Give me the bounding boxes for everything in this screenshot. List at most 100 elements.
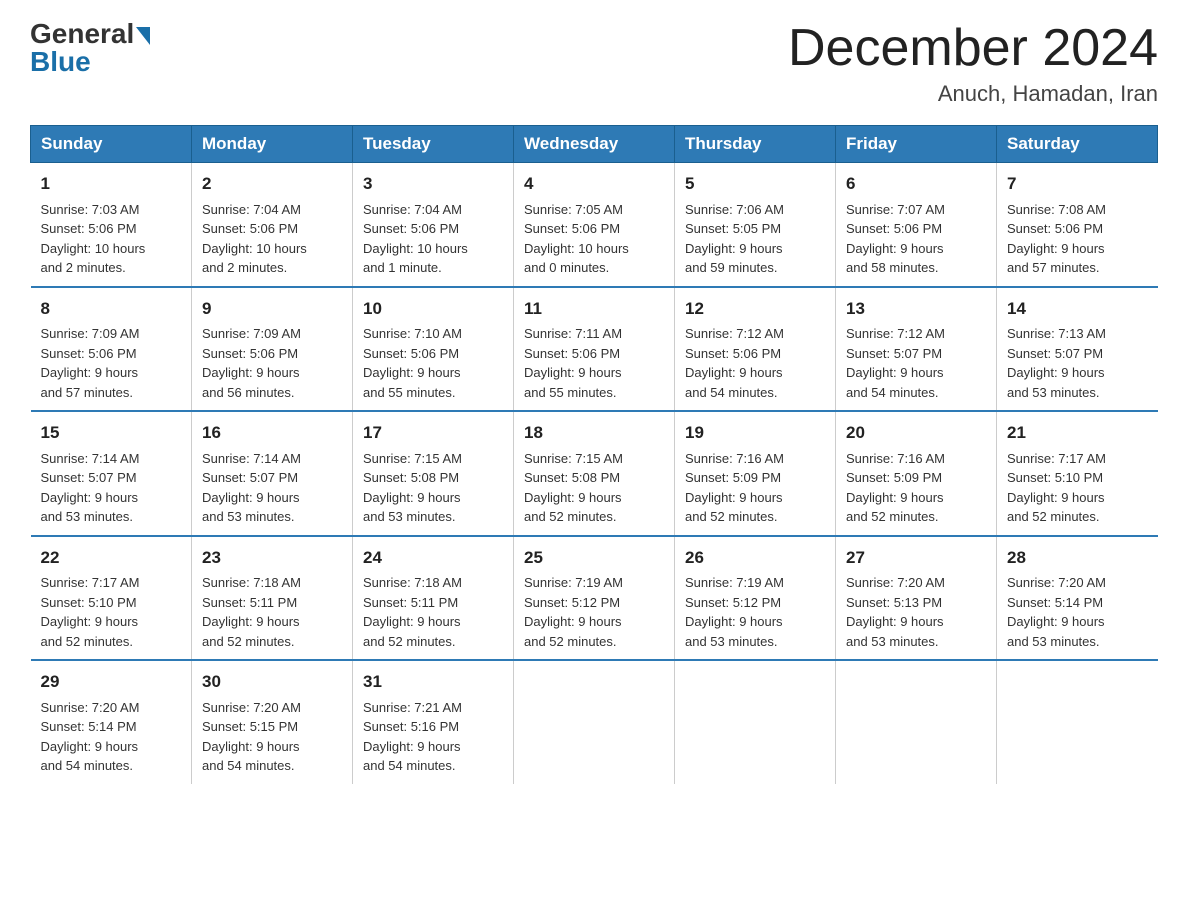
day-info: Sunrise: 7:07 AM Sunset: 5:06 PM Dayligh… — [846, 200, 986, 278]
day-number: 31 — [363, 669, 503, 695]
day-number: 6 — [846, 171, 986, 197]
month-title: December 2024 — [788, 20, 1158, 77]
day-number: 15 — [41, 420, 182, 446]
day-number: 21 — [1007, 420, 1148, 446]
title-block: December 2024 Anuch, Hamadan, Iran — [788, 20, 1158, 107]
table-row: 24Sunrise: 7:18 AM Sunset: 5:11 PM Dayli… — [353, 536, 514, 661]
logo: General Blue — [30, 20, 150, 78]
day-number: 22 — [41, 545, 182, 571]
day-info: Sunrise: 7:09 AM Sunset: 5:06 PM Dayligh… — [202, 324, 342, 402]
table-row: 5 Sunrise: 7:06 AM Sunset: 5:05 PM Daylig… — [675, 163, 836, 287]
table-row: 2Sunrise: 7:04 AM Sunset: 5:06 PM Daylig… — [192, 163, 353, 287]
day-number: 3 — [363, 171, 503, 197]
table-row: 9Sunrise: 7:09 AM Sunset: 5:06 PM Daylig… — [192, 287, 353, 412]
table-row: 27Sunrise: 7:20 AM Sunset: 5:13 PM Dayli… — [836, 536, 997, 661]
table-row: 6 Sunrise: 7:07 AM Sunset: 5:06 PM Daylig… — [836, 163, 997, 287]
day-number: 14 — [1007, 296, 1148, 322]
table-row: 3 Sunrise: 7:04 AM Sunset: 5:06 PM Daylig… — [353, 163, 514, 287]
day-number: 9 — [202, 296, 342, 322]
weekday-sunday: Sunday — [31, 126, 192, 163]
location-text: Anuch, Hamadan, Iran — [788, 81, 1158, 107]
day-info: Sunrise: 7:11 AM Sunset: 5:06 PM Dayligh… — [524, 324, 664, 402]
table-row — [514, 660, 675, 784]
table-row: 15 Sunrise: 7:14 AM Sunset: 5:07 PM Dayli… — [31, 411, 192, 536]
day-number: 4 — [524, 171, 664, 197]
day-info: Sunrise: 7:16 AM Sunset: 5:09 PM Dayligh… — [685, 449, 825, 527]
weekday-saturday: Saturday — [997, 126, 1158, 163]
table-row: 25Sunrise: 7:19 AM Sunset: 5:12 PM Dayli… — [514, 536, 675, 661]
table-row: 17Sunrise: 7:15 AM Sunset: 5:08 PM Dayli… — [353, 411, 514, 536]
day-number: 13 — [846, 296, 986, 322]
weekday-friday: Friday — [836, 126, 997, 163]
table-row: 28Sunrise: 7:20 AM Sunset: 5:14 PM Dayli… — [997, 536, 1158, 661]
table-row: 1 Sunrise: 7:03 AM Sunset: 5:06 PM Daylig… — [31, 163, 192, 287]
calendar-table: SundayMondayTuesdayWednesdayThursdayFrid… — [30, 125, 1158, 784]
day-info: Sunrise: 7:14 AM Sunset: 5:07 PM Dayligh… — [202, 449, 342, 527]
day-info: Sunrise: 7:08 AM Sunset: 5:06 PM Dayligh… — [1007, 200, 1148, 278]
day-number: 8 — [41, 296, 182, 322]
day-number: 10 — [363, 296, 503, 322]
day-info: Sunrise: 7:18 AM Sunset: 5:11 PM Dayligh… — [363, 573, 503, 651]
day-number: 28 — [1007, 545, 1148, 571]
day-number: 12 — [685, 296, 825, 322]
day-info: Sunrise: 7:12 AM Sunset: 5:06 PM Dayligh… — [685, 324, 825, 402]
day-number: 24 — [363, 545, 503, 571]
day-info: Sunrise: 7:19 AM Sunset: 5:12 PM Dayligh… — [524, 573, 664, 651]
week-row-2: 8 Sunrise: 7:09 AM Sunset: 5:06 PM Daylig… — [31, 287, 1158, 412]
week-row-3: 15 Sunrise: 7:14 AM Sunset: 5:07 PM Dayli… — [31, 411, 1158, 536]
day-number: 23 — [202, 545, 342, 571]
table-row: 11Sunrise: 7:11 AM Sunset: 5:06 PM Dayli… — [514, 287, 675, 412]
day-number: 5 — [685, 171, 825, 197]
table-row: 31 Sunrise: 7:21 AM Sunset: 5:16 PM Dayli… — [353, 660, 514, 784]
weekday-row: SundayMondayTuesdayWednesdayThursdayFrid… — [31, 126, 1158, 163]
weekday-tuesday: Tuesday — [353, 126, 514, 163]
logo-arrow-icon — [136, 27, 150, 45]
day-info: Sunrise: 7:13 AM Sunset: 5:07 PM Dayligh… — [1007, 324, 1148, 402]
table-row: 19Sunrise: 7:16 AM Sunset: 5:09 PM Dayli… — [675, 411, 836, 536]
day-info: Sunrise: 7:17 AM Sunset: 5:10 PM Dayligh… — [1007, 449, 1148, 527]
day-info: Sunrise: 7:15 AM Sunset: 5:08 PM Dayligh… — [524, 449, 664, 527]
day-info: Sunrise: 7:19 AM Sunset: 5:12 PM Dayligh… — [685, 573, 825, 651]
day-number: 20 — [846, 420, 986, 446]
day-number: 2 — [202, 171, 342, 197]
table-row: 30 Sunrise: 7:20 AM Sunset: 5:15 PM Dayli… — [192, 660, 353, 784]
day-number: 16 — [202, 420, 342, 446]
table-row: 23Sunrise: 7:18 AM Sunset: 5:11 PM Dayli… — [192, 536, 353, 661]
table-row: 13Sunrise: 7:12 AM Sunset: 5:07 PM Dayli… — [836, 287, 997, 412]
table-row: 12Sunrise: 7:12 AM Sunset: 5:06 PM Dayli… — [675, 287, 836, 412]
day-number: 7 — [1007, 171, 1148, 197]
day-info: Sunrise: 7:05 AM Sunset: 5:06 PM Dayligh… — [524, 200, 664, 278]
page-header: General Blue December 2024 Anuch, Hamada… — [30, 20, 1158, 107]
weekday-monday: Monday — [192, 126, 353, 163]
day-info: Sunrise: 7:15 AM Sunset: 5:08 PM Dayligh… — [363, 449, 503, 527]
day-info: Sunrise: 7:04 AM Sunset: 5:06 PM Dayligh… — [363, 200, 503, 278]
day-info: Sunrise: 7:16 AM Sunset: 5:09 PM Dayligh… — [846, 449, 986, 527]
day-info: Sunrise: 7:12 AM Sunset: 5:07 PM Dayligh… — [846, 324, 986, 402]
table-row: 16 Sunrise: 7:14 AM Sunset: 5:07 PM Dayli… — [192, 411, 353, 536]
table-row: 21 Sunrise: 7:17 AM Sunset: 5:10 PM Dayli… — [997, 411, 1158, 536]
day-info: Sunrise: 7:03 AM Sunset: 5:06 PM Dayligh… — [41, 200, 182, 278]
day-number: 1 — [41, 171, 182, 197]
day-info: Sunrise: 7:10 AM Sunset: 5:06 PM Dayligh… — [363, 324, 503, 402]
day-info: Sunrise: 7:20 AM Sunset: 5:14 PM Dayligh… — [41, 698, 182, 776]
day-info: Sunrise: 7:14 AM Sunset: 5:07 PM Dayligh… — [41, 449, 182, 527]
day-info: Sunrise: 7:21 AM Sunset: 5:16 PM Dayligh… — [363, 698, 503, 776]
week-row-1: 1 Sunrise: 7:03 AM Sunset: 5:06 PM Daylig… — [31, 163, 1158, 287]
day-info: Sunrise: 7:20 AM Sunset: 5:15 PM Dayligh… — [202, 698, 342, 776]
table-row — [675, 660, 836, 784]
day-info: Sunrise: 7:20 AM Sunset: 5:14 PM Dayligh… — [1007, 573, 1148, 651]
calendar-body: 1 Sunrise: 7:03 AM Sunset: 5:06 PM Daylig… — [31, 163, 1158, 784]
table-row: 18Sunrise: 7:15 AM Sunset: 5:08 PM Dayli… — [514, 411, 675, 536]
calendar-header: SundayMondayTuesdayWednesdayThursdayFrid… — [31, 126, 1158, 163]
day-number: 26 — [685, 545, 825, 571]
table-row — [997, 660, 1158, 784]
weekday-wednesday: Wednesday — [514, 126, 675, 163]
week-row-4: 22Sunrise: 7:17 AM Sunset: 5:10 PM Dayli… — [31, 536, 1158, 661]
table-row: 7 Sunrise: 7:08 AM Sunset: 5:06 PM Daylig… — [997, 163, 1158, 287]
logo-general-text: General — [30, 20, 134, 48]
weekday-thursday: Thursday — [675, 126, 836, 163]
day-info: Sunrise: 7:06 AM Sunset: 5:05 PM Dayligh… — [685, 200, 825, 278]
day-number: 30 — [202, 669, 342, 695]
table-row — [836, 660, 997, 784]
day-info: Sunrise: 7:20 AM Sunset: 5:13 PM Dayligh… — [846, 573, 986, 651]
